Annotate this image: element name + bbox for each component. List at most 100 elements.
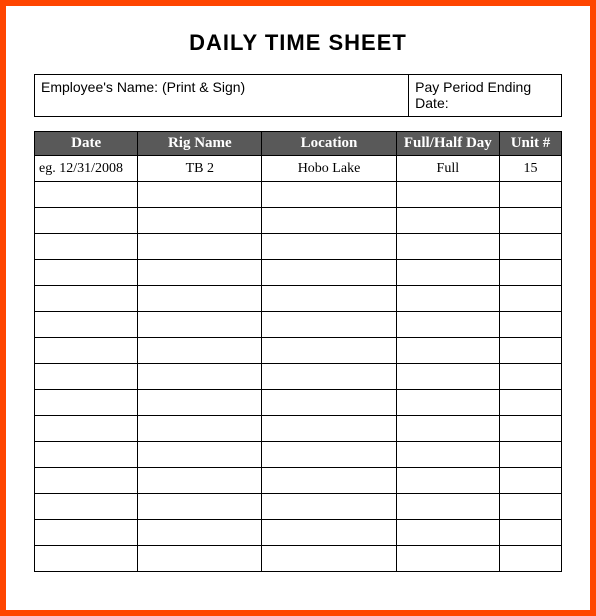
cell-date[interactable]: [35, 208, 138, 234]
cell-unit[interactable]: [499, 364, 561, 390]
cell-unit[interactable]: [499, 208, 561, 234]
table-row: [35, 494, 562, 520]
cell-rig[interactable]: [138, 312, 262, 338]
table-row: [35, 286, 562, 312]
cell-day[interactable]: [396, 520, 499, 546]
cell-day[interactable]: [396, 546, 499, 572]
header-rig: Rig Name: [138, 132, 262, 156]
cell-rig[interactable]: [138, 208, 262, 234]
cell-unit[interactable]: [499, 520, 561, 546]
cell-day[interactable]: [396, 312, 499, 338]
cell-location[interactable]: [262, 312, 396, 338]
cell-unit[interactable]: [499, 494, 561, 520]
cell-rig[interactable]: TB 2: [138, 156, 262, 182]
table-row: [35, 468, 562, 494]
cell-unit[interactable]: [499, 390, 561, 416]
header-date: Date: [35, 132, 138, 156]
cell-unit[interactable]: [499, 546, 561, 572]
table-row: [35, 234, 562, 260]
cell-day[interactable]: [396, 364, 499, 390]
cell-date[interactable]: [35, 520, 138, 546]
pay-period-cell[interactable]: Pay Period Ending Date:: [409, 75, 562, 117]
timesheet-table: Date Rig Name Location Full/Half Day Uni…: [34, 131, 562, 572]
cell-unit[interactable]: [499, 182, 561, 208]
cell-location[interactable]: [262, 182, 396, 208]
cell-rig[interactable]: [138, 442, 262, 468]
cell-rig[interactable]: [138, 494, 262, 520]
cell-date[interactable]: [35, 390, 138, 416]
cell-location[interactable]: [262, 546, 396, 572]
cell-date[interactable]: [35, 442, 138, 468]
cell-date[interactable]: [35, 286, 138, 312]
cell-rig[interactable]: [138, 338, 262, 364]
employee-name-cell[interactable]: Employee's Name: (Print & Sign): [35, 75, 409, 117]
info-table: Employee's Name: (Print & Sign) Pay Peri…: [34, 74, 562, 117]
cell-location[interactable]: [262, 390, 396, 416]
cell-location[interactable]: [262, 520, 396, 546]
cell-rig[interactable]: [138, 416, 262, 442]
cell-unit[interactable]: [499, 234, 561, 260]
cell-day[interactable]: [396, 208, 499, 234]
cell-location[interactable]: [262, 208, 396, 234]
cell-date[interactable]: [35, 468, 138, 494]
cell-day[interactable]: [396, 442, 499, 468]
header-location: Location: [262, 132, 396, 156]
table-row: [35, 520, 562, 546]
cell-date[interactable]: [35, 416, 138, 442]
cell-unit[interactable]: [499, 260, 561, 286]
cell-rig[interactable]: [138, 182, 262, 208]
cell-day[interactable]: [396, 234, 499, 260]
cell-rig[interactable]: [138, 234, 262, 260]
cell-unit[interactable]: [499, 442, 561, 468]
cell-day[interactable]: [396, 416, 499, 442]
cell-location[interactable]: [262, 286, 396, 312]
cell-unit[interactable]: [499, 468, 561, 494]
cell-date[interactable]: [35, 338, 138, 364]
cell-day[interactable]: [396, 182, 499, 208]
cell-rig[interactable]: [138, 260, 262, 286]
table-row: [35, 208, 562, 234]
cell-location[interactable]: [262, 416, 396, 442]
cell-unit[interactable]: [499, 312, 561, 338]
cell-date[interactable]: [35, 494, 138, 520]
cell-day[interactable]: Full: [396, 156, 499, 182]
cell-location[interactable]: [262, 364, 396, 390]
cell-day[interactable]: [396, 494, 499, 520]
cell-day[interactable]: [396, 260, 499, 286]
cell-date[interactable]: [35, 260, 138, 286]
cell-location[interactable]: [262, 468, 396, 494]
cell-date[interactable]: [35, 364, 138, 390]
cell-rig[interactable]: [138, 390, 262, 416]
cell-day[interactable]: [396, 468, 499, 494]
cell-date[interactable]: eg. 12/31/2008: [35, 156, 138, 182]
cell-location[interactable]: [262, 442, 396, 468]
cell-day[interactable]: [396, 286, 499, 312]
document-frame: DAILY TIME SHEET Employee's Name: (Print…: [0, 0, 596, 616]
table-row: [35, 312, 562, 338]
cell-rig[interactable]: [138, 364, 262, 390]
cell-rig[interactable]: [138, 468, 262, 494]
header-row: Date Rig Name Location Full/Half Day Uni…: [35, 132, 562, 156]
cell-date[interactable]: [35, 312, 138, 338]
cell-rig[interactable]: [138, 546, 262, 572]
cell-location[interactable]: Hobo Lake: [262, 156, 396, 182]
cell-unit[interactable]: 15: [499, 156, 561, 182]
cell-unit[interactable]: [499, 416, 561, 442]
cell-unit[interactable]: [499, 338, 561, 364]
cell-date[interactable]: [35, 182, 138, 208]
cell-day[interactable]: [396, 338, 499, 364]
table-row: [35, 390, 562, 416]
cell-rig[interactable]: [138, 520, 262, 546]
cell-location[interactable]: [262, 234, 396, 260]
cell-location[interactable]: [262, 260, 396, 286]
cell-location[interactable]: [262, 494, 396, 520]
timesheet-body: eg. 12/31/2008TB 2Hobo LakeFull15: [35, 156, 562, 572]
table-row: [35, 416, 562, 442]
cell-unit[interactable]: [499, 286, 561, 312]
cell-location[interactable]: [262, 338, 396, 364]
cell-day[interactable]: [396, 390, 499, 416]
table-row: [35, 442, 562, 468]
cell-rig[interactable]: [138, 286, 262, 312]
cell-date[interactable]: [35, 234, 138, 260]
cell-date[interactable]: [35, 546, 138, 572]
